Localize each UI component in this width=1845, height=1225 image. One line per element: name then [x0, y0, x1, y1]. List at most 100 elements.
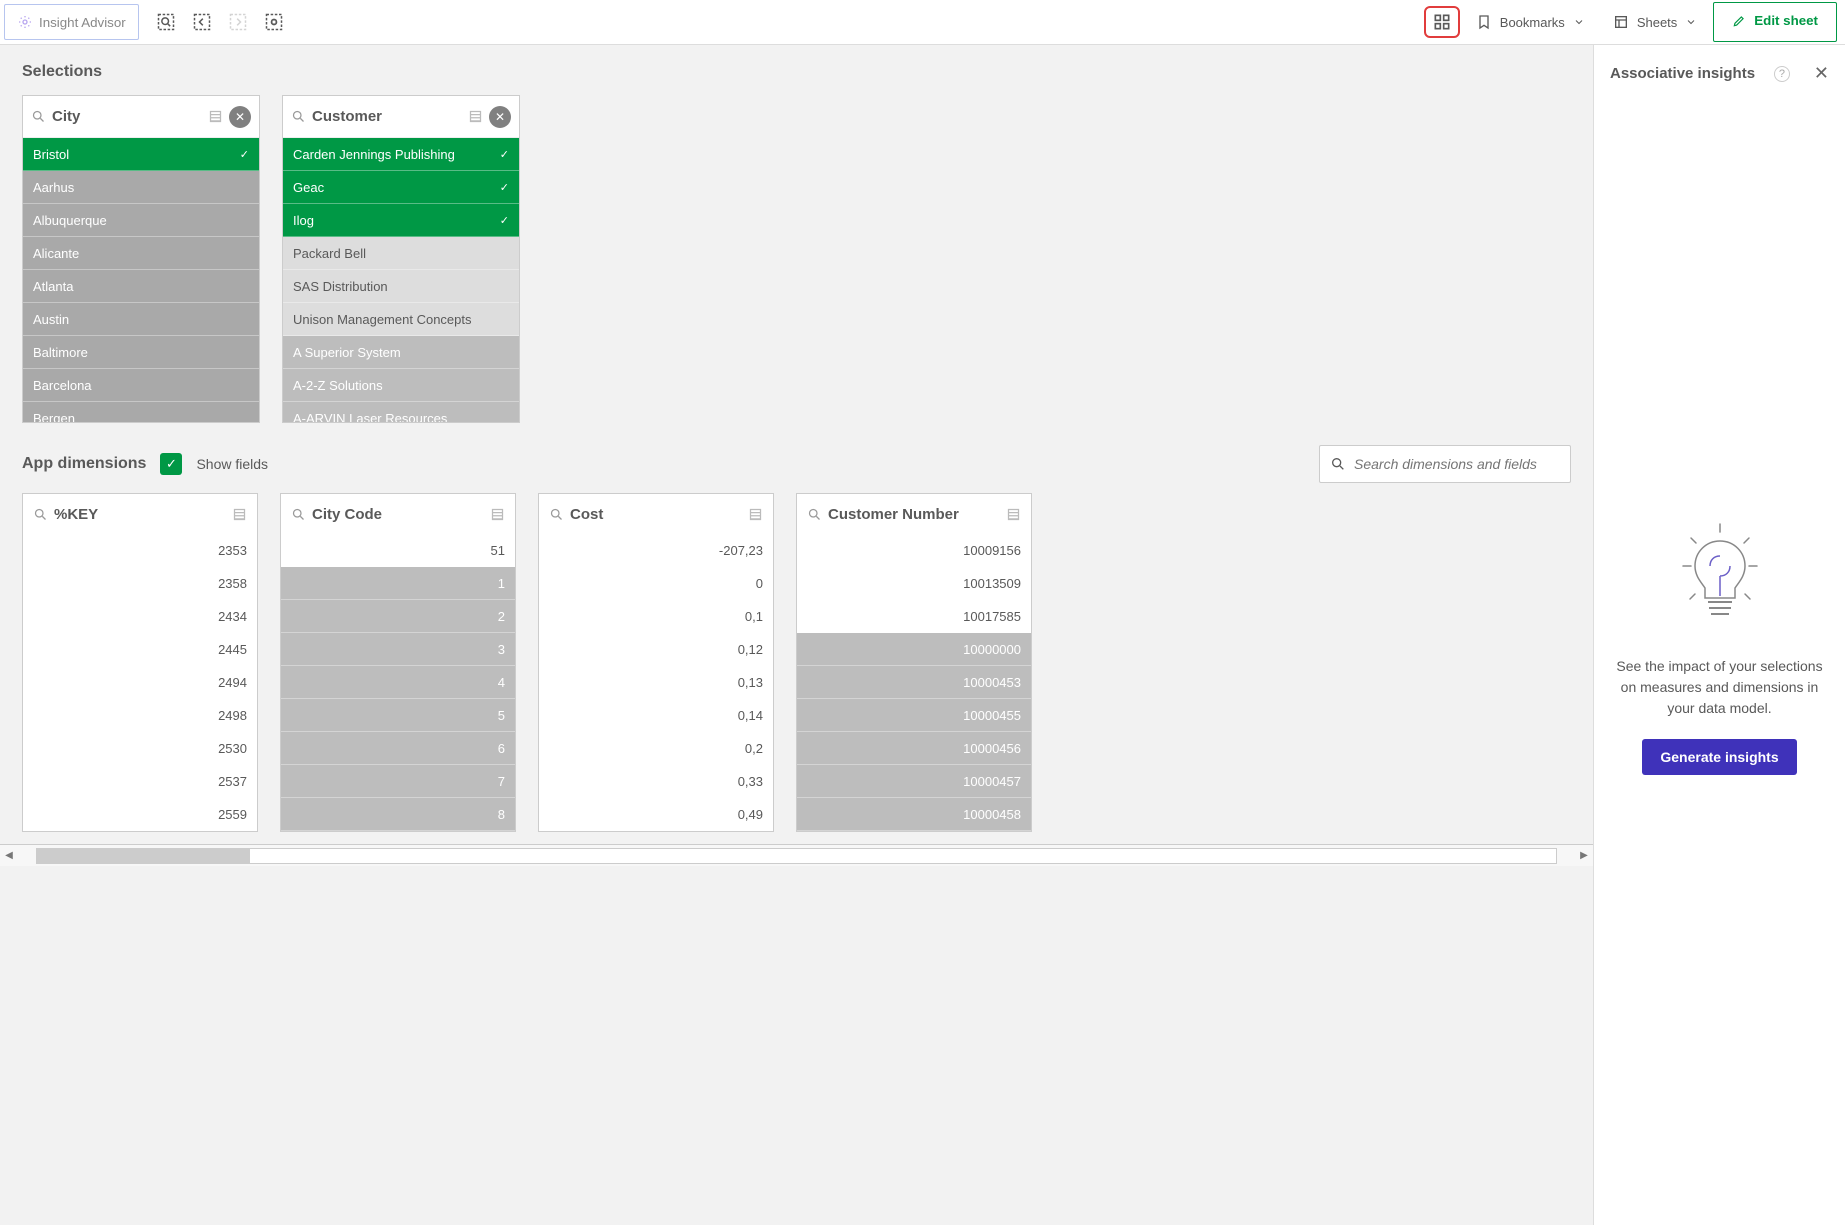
list-item[interactable]: SAS Distribution: [283, 270, 519, 303]
list-item[interactable]: 0,12: [539, 633, 773, 666]
clear-selections-icon[interactable]: [259, 7, 289, 37]
dimension-card: Cost -207,2300,10,120,130,140,20,330,49: [538, 493, 774, 832]
check-icon: ✓: [500, 181, 509, 194]
assoc-description: See the impact of your selections on mea…: [1610, 656, 1829, 719]
search-icon[interactable]: [807, 507, 822, 522]
list-item[interactable]: 2530: [23, 732, 257, 765]
list-item[interactable]: Alicante: [23, 237, 259, 270]
list-item[interactable]: 2445: [23, 633, 257, 666]
list-item[interactable]: Unison Management Concepts: [283, 303, 519, 336]
top-toolbar: Insight Advisor Bookmarks Sheets Edit sh…: [0, 0, 1845, 45]
list-item[interactable]: 0,2: [539, 732, 773, 765]
smart-search-icon[interactable]: [151, 7, 181, 37]
list-item[interactable]: A-ARVIN Laser Resources: [283, 402, 519, 422]
list-icon[interactable]: [232, 507, 247, 522]
list-item[interactable]: 7: [281, 765, 515, 798]
step-forward-icon: [223, 7, 253, 37]
search-icon[interactable]: [549, 507, 564, 522]
list-item[interactable]: 10013509: [797, 567, 1031, 600]
list-item[interactable]: 10017585: [797, 600, 1031, 633]
list-item[interactable]: Geac✓: [283, 171, 519, 204]
list-item[interactable]: 0,49: [539, 798, 773, 831]
chevron-down-icon: [1573, 16, 1585, 28]
search-icon[interactable]: [291, 507, 306, 522]
list-item[interactable]: 6: [281, 732, 515, 765]
edit-icon: [1732, 14, 1746, 28]
list-item[interactable]: 0,13: [539, 666, 773, 699]
list-item[interactable]: Baltimore: [23, 336, 259, 369]
list-item[interactable]: 5: [281, 699, 515, 732]
selections-tool-button[interactable]: [1424, 6, 1460, 38]
sheets-button[interactable]: Sheets: [1601, 6, 1709, 38]
generate-insights-button[interactable]: Generate insights: [1642, 739, 1796, 775]
list-item[interactable]: 0,1: [539, 600, 773, 633]
list-item[interactable]: 10000453: [797, 666, 1031, 699]
list-item[interactable]: 0: [539, 567, 773, 600]
list-item[interactable]: Atlanta: [23, 270, 259, 303]
dimension-search[interactable]: [1319, 445, 1571, 483]
list-item[interactable]: 2434: [23, 600, 257, 633]
list-item[interactable]: 10000456: [797, 732, 1031, 765]
list-item[interactable]: 10009156: [797, 534, 1031, 567]
list-item[interactable]: 10000000: [797, 633, 1031, 666]
list-item[interactable]: Albuquerque: [23, 204, 259, 237]
scroll-right-icon[interactable]: ▶: [1575, 850, 1593, 861]
insight-advisor-icon: [17, 14, 33, 30]
list-item[interactable]: 2: [281, 600, 515, 633]
help-icon[interactable]: ?: [1774, 66, 1790, 82]
list-item[interactable]: 2494: [23, 666, 257, 699]
insight-advisor-label: Insight Advisor: [39, 15, 126, 30]
list-item[interactable]: 2353: [23, 534, 257, 567]
list-item[interactable]: 4: [281, 666, 515, 699]
list-item[interactable]: -207,23: [539, 534, 773, 567]
step-back-icon[interactable]: [187, 7, 217, 37]
search-icon[interactable]: [31, 109, 46, 124]
scroll-left-icon[interactable]: ◀: [0, 850, 18, 861]
horizontal-scrollbar[interactable]: ◀ ▶: [0, 844, 1593, 866]
list-icon[interactable]: [468, 109, 483, 124]
bookmarks-label: Bookmarks: [1500, 15, 1565, 30]
list-item[interactable]: 51: [281, 534, 515, 567]
list-item[interactable]: 2537: [23, 765, 257, 798]
list-item[interactable]: Ilog✓: [283, 204, 519, 237]
list-item[interactable]: 10000455: [797, 699, 1031, 732]
list-item[interactable]: 1: [281, 567, 515, 600]
list-item[interactable]: A-2-Z Solutions: [283, 369, 519, 402]
list-item[interactable]: Packard Bell: [283, 237, 519, 270]
list-icon[interactable]: [490, 507, 505, 522]
list-item[interactable]: Austin: [23, 303, 259, 336]
list-item[interactable]: Carden Jennings Publishing✓: [283, 138, 519, 171]
app-dimensions-title: App dimensions: [22, 455, 146, 473]
field-name: Customer Number: [828, 506, 1000, 523]
field-name: Cost: [570, 506, 742, 523]
list-item[interactable]: 3: [281, 633, 515, 666]
insight-advisor-button[interactable]: Insight Advisor: [4, 4, 139, 40]
list-item[interactable]: Bergen: [23, 402, 259, 422]
list-item[interactable]: 2498: [23, 699, 257, 732]
list-item[interactable]: 0,33: [539, 765, 773, 798]
list-icon[interactable]: [748, 507, 763, 522]
bookmarks-button[interactable]: Bookmarks: [1464, 6, 1597, 38]
list-item[interactable]: A Superior System: [283, 336, 519, 369]
close-icon[interactable]: ✕: [1814, 63, 1829, 84]
list-item[interactable]: 0,14: [539, 699, 773, 732]
list-item[interactable]: Aarhus: [23, 171, 259, 204]
clear-selection-icon[interactable]: [229, 106, 251, 128]
search-icon[interactable]: [291, 109, 306, 124]
list-item[interactable]: 2358: [23, 567, 257, 600]
clear-selection-icon[interactable]: [489, 106, 511, 128]
list-item[interactable]: Bristol✓: [23, 138, 259, 171]
list-icon[interactable]: [1006, 507, 1021, 522]
list-item[interactable]: 10000458: [797, 798, 1031, 831]
field-name: %KEY: [54, 506, 226, 523]
edit-sheet-button[interactable]: Edit sheet: [1713, 2, 1837, 42]
dimension-search-input[interactable]: [1354, 456, 1560, 472]
list-item[interactable]: 8: [281, 798, 515, 831]
search-icon[interactable]: [33, 507, 48, 522]
show-fields-checkbox[interactable]: ✓: [160, 453, 182, 475]
list-icon[interactable]: [208, 109, 223, 124]
list-item[interactable]: Barcelona: [23, 369, 259, 402]
list-item[interactable]: 10000457: [797, 765, 1031, 798]
associative-insights-panel: Associative insights ? ✕ See the impact …: [1593, 45, 1845, 1225]
list-item[interactable]: 2559: [23, 798, 257, 831]
